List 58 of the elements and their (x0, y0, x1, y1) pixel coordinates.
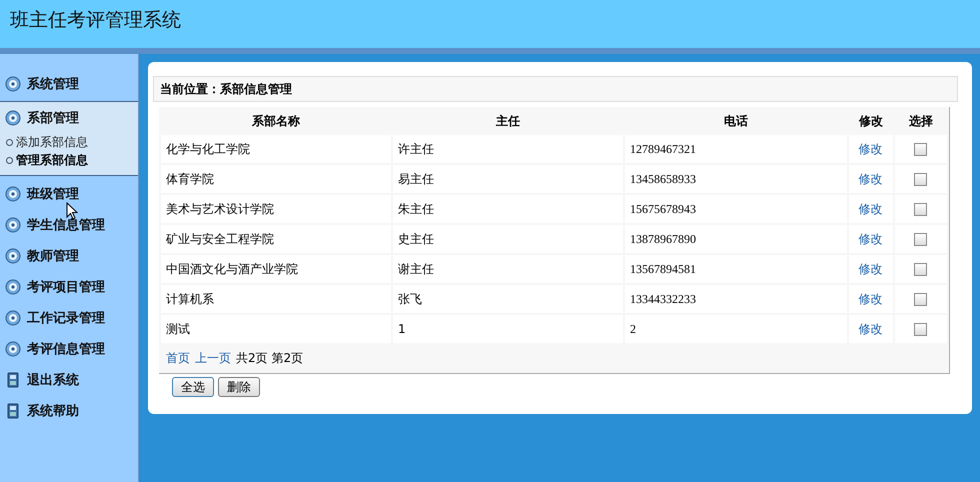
cursor-icon (66, 202, 78, 220)
table-cell: 朱主任 (393, 195, 623, 223)
page-info: 共2页 第2页 (236, 350, 304, 366)
phone-icon (5, 372, 21, 388)
action-button[interactable]: 删除 (218, 377, 260, 397)
phone-icon (5, 402, 21, 418)
disc-icon (5, 278, 21, 294)
sidebar-item[interactable]: 系部管理 (0, 102, 138, 133)
disc-icon (5, 216, 21, 232)
table-cell: 1 (393, 315, 623, 343)
table-cell: 体育学院 (161, 165, 391, 193)
checkbox[interactable] (914, 203, 927, 216)
table-cell: 矿业与安全工程学院 (161, 225, 391, 253)
sidebar-item[interactable]: 班级管理 (0, 178, 138, 209)
disc-icon (5, 248, 21, 264)
table-cell: 13344332233 (625, 285, 847, 313)
disc-icon (5, 310, 21, 326)
table-cell: 易主任 (393, 165, 623, 193)
table-cell: 中国酒文化与酒产业学院 (161, 255, 391, 283)
table-cell: 美术与艺术设计学院 (161, 195, 391, 223)
checkbox[interactable] (914, 293, 927, 306)
table-cell: 化学与化工学院 (161, 135, 391, 163)
sidebar-item[interactable]: 教师管理 (0, 240, 138, 271)
table-cell: 13878967890 (625, 225, 847, 253)
action-button[interactable]: 全选 (172, 377, 214, 397)
table-cell: 谢主任 (393, 255, 623, 283)
table-cell: 许主任 (393, 135, 623, 163)
table-cell: 张飞 (393, 285, 623, 313)
checkbox[interactable] (914, 263, 927, 276)
sidebar-item[interactable]: 工作记录管理 (0, 302, 138, 333)
submenu-item[interactable]: 添加系部信息 (0, 133, 138, 151)
checkbox[interactable] (914, 143, 927, 156)
disc-icon (5, 76, 21, 92)
submenu-item[interactable]: 管理系部信息 (0, 151, 138, 169)
disc-icon (5, 186, 21, 202)
table-cell: 13458658933 (625, 165, 847, 193)
sidebar-item[interactable]: 退出系统 (0, 364, 138, 395)
breadcrumb: 当前位置：系部信息管理 (153, 76, 958, 102)
checkbox[interactable] (914, 233, 927, 246)
table-cell: 史主任 (393, 225, 623, 253)
pager-link[interactable]: 上一页 (195, 350, 231, 366)
sidebar-item[interactable]: 考评项目管理 (0, 271, 138, 302)
sidebar-item[interactable]: 系统管理 (0, 68, 138, 99)
table-cell: 15675678943 (625, 195, 847, 223)
table-cell: 测试 (161, 315, 391, 343)
sidebar-item[interactable]: 考评信息管理 (0, 333, 138, 364)
table-cell: 12789467321 (625, 135, 847, 163)
disc-icon (5, 340, 21, 356)
table-cell: 13567894581 (625, 255, 847, 283)
app-title: 班主任考评管理系统 (10, 8, 181, 33)
sidebar-item[interactable]: 系统帮助 (0, 395, 138, 426)
checkbox[interactable] (914, 323, 927, 336)
pager-link[interactable]: 首页 (166, 350, 190, 366)
disc-icon (5, 110, 21, 126)
sidebar-item[interactable]: 学生信息管理 (0, 209, 138, 240)
table-cell: 2 (625, 315, 847, 343)
checkbox[interactable] (914, 173, 927, 186)
table-cell: 计算机系 (161, 285, 391, 313)
